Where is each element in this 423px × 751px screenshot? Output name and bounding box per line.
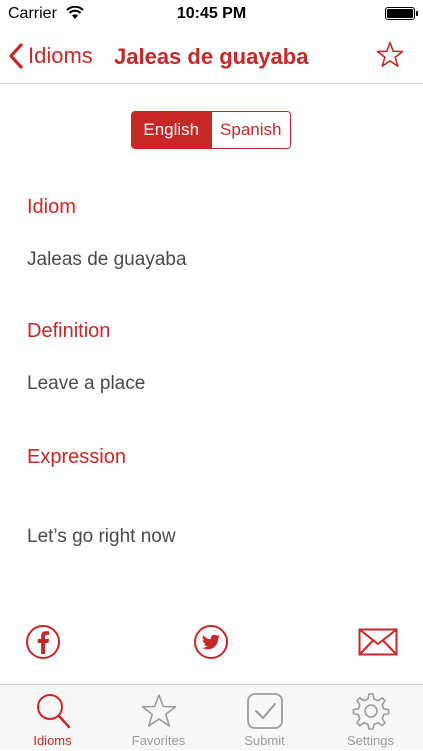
email-icon[interactable]	[358, 628, 398, 656]
tab-idioms-label: Idioms	[33, 733, 72, 748]
checkbox-icon	[246, 693, 283, 729]
idiom-heading: Idiom	[27, 196, 76, 218]
segment-english[interactable]: English	[132, 112, 211, 148]
navigation-bar: Idioms Jaleas de guayaba	[0, 28, 423, 84]
tab-settings-label: Settings	[347, 733, 394, 748]
tab-settings[interactable]: Settings	[318, 685, 423, 751]
search-icon	[36, 694, 70, 729]
star-icon[interactable]	[375, 40, 405, 70]
battery-icon	[385, 7, 418, 20]
star-icon	[141, 694, 176, 727]
tab-bar: Idioms Favorites Submit Settings	[0, 684, 423, 750]
expression-heading: Expression	[27, 446, 126, 468]
facebook-icon[interactable]	[25, 624, 61, 660]
definition-text: Leave a place	[27, 373, 146, 394]
gear-icon	[352, 693, 389, 730]
back-button-label: Idioms	[28, 43, 93, 68]
tab-submit-label: Submit	[244, 733, 285, 748]
status-bar: Carrier 10:45 PM	[0, 0, 423, 28]
language-segmented-control: English Spanish	[131, 111, 291, 149]
chevron-left-icon	[9, 43, 23, 69]
back-button[interactable]: Idioms	[8, 36, 93, 76]
tab-favorites-label: Favorites	[131, 733, 186, 748]
status-time: 10:45 PM	[176, 5, 247, 22]
tab-favorites[interactable]: Favorites	[106, 685, 211, 751]
idiom-text: Jaleas de guayaba	[27, 249, 187, 270]
tab-idioms[interactable]: Idioms	[0, 685, 105, 751]
definition-heading: Definition	[27, 320, 111, 342]
page-title: Jaleas de guayaba	[114, 44, 309, 69]
segment-spanish[interactable]: Spanish	[210, 112, 290, 148]
twitter-icon[interactable]	[193, 624, 229, 660]
tab-submit[interactable]: Submit	[212, 685, 317, 751]
expression-text: Let’s go right now	[27, 526, 176, 547]
